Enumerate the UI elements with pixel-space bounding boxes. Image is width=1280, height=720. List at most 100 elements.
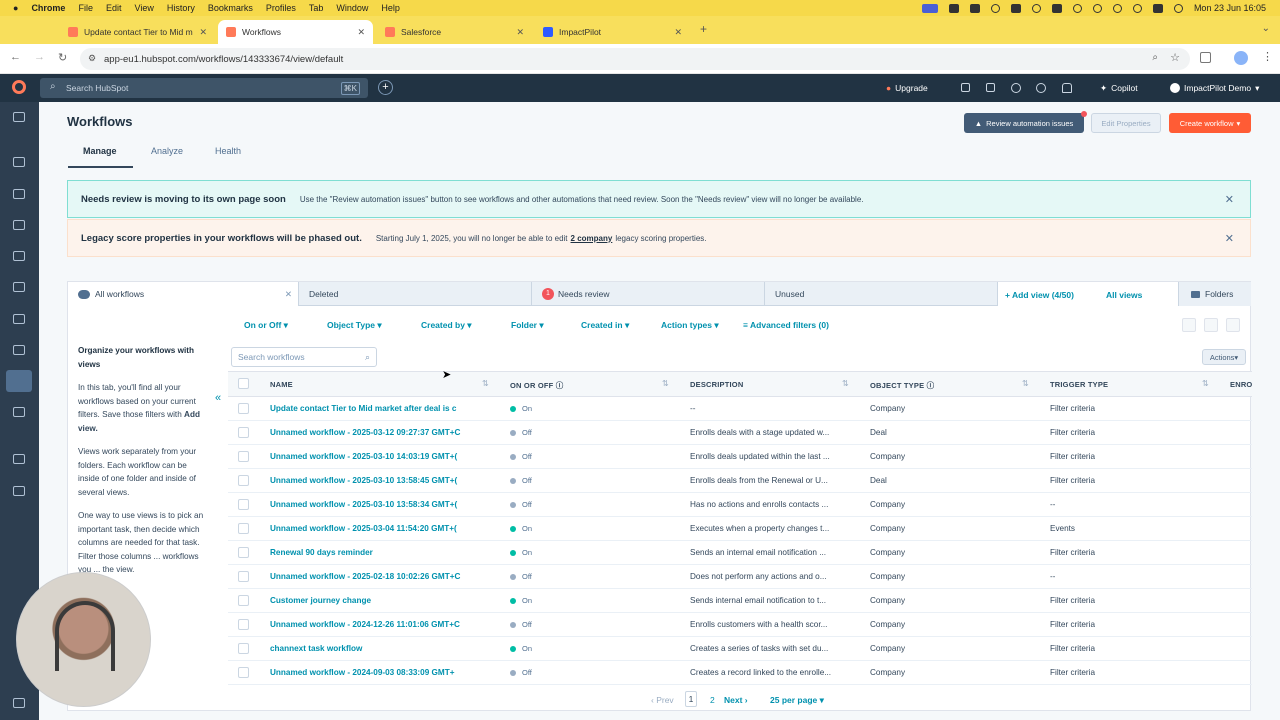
- hubspot-search-input[interactable]: ⌕ Search HubSpot ⌘K: [40, 78, 368, 98]
- battery-icon[interactable]: [1092, 3, 1102, 13]
- close-tab-icon[interactable]: ✕: [357, 27, 365, 38]
- row-checkbox[interactable]: [238, 451, 249, 462]
- screen-record-icon[interactable]: [921, 3, 938, 13]
- font-icon[interactable]: [1051, 3, 1062, 13]
- status-toggle[interactable]: On: [510, 596, 532, 605]
- workflow-name-link[interactable]: Unnamed workflow - 2025-03-10 13:58:34 G…: [270, 500, 475, 509]
- search-workflows-input[interactable]: Search workflows ⌕: [231, 347, 377, 367]
- status-toggle[interactable]: Off: [510, 620, 532, 629]
- reload-icon[interactable]: ↻: [58, 51, 67, 64]
- save-icon[interactable]: [1226, 318, 1240, 332]
- view-tab-needs-review[interactable]: 1 Needs review: [532, 282, 765, 306]
- reporting-icon[interactable]: [13, 407, 25, 417]
- contacts-icon[interactable]: [13, 157, 25, 167]
- view-tab-unused[interactable]: Unused: [765, 282, 998, 306]
- browser-tab-update-contact[interactable]: Update contact Tier to Mid m ✕: [60, 20, 215, 44]
- close-icon[interactable]: ✕: [285, 289, 292, 300]
- workflow-name-link[interactable]: Unnamed workflow - 2024-12-26 11:01:06 G…: [270, 620, 475, 629]
- table-row[interactable]: Update contact Tier to Mid market after …: [228, 397, 1252, 421]
- notifications-bell-icon[interactable]: [1062, 83, 1072, 93]
- create-workflow-button[interactable]: Create workflow ▾: [1169, 113, 1251, 133]
- status-toggle[interactable]: Off: [510, 668, 532, 677]
- table-row[interactable]: channext task workflow On Creates a series…: [228, 637, 1252, 661]
- status-toggle[interactable]: Off: [510, 452, 532, 461]
- collapse-panel-icon[interactable]: «: [215, 392, 221, 404]
- row-checkbox[interactable]: [238, 427, 249, 438]
- menu-clock[interactable]: Mon 23 Jun 16:05: [1194, 3, 1266, 13]
- tab-health[interactable]: Health: [215, 146, 241, 156]
- filter-created-by[interactable]: Created by ▾: [421, 320, 472, 331]
- menu-file[interactable]: File: [78, 3, 93, 13]
- library-icon[interactable]: [13, 454, 25, 464]
- table-row[interactable]: Unnamed workflow - 2024-09-03 08:33:09 G…: [228, 661, 1252, 685]
- row-checkbox[interactable]: [238, 403, 249, 414]
- filter-action-types[interactable]: Action types ▾: [661, 320, 719, 331]
- column-header-trigger-type[interactable]: TRIGGER TYPE: [1050, 380, 1108, 389]
- advanced-filters-button[interactable]: ≡ Advanced filters (0): [743, 320, 829, 330]
- row-checkbox[interactable]: [238, 475, 249, 486]
- siri-icon[interactable]: [1173, 3, 1183, 13]
- menu-help[interactable]: Help: [381, 3, 400, 13]
- row-checkbox[interactable]: [238, 667, 249, 678]
- extensions-icon[interactable]: [1200, 52, 1211, 63]
- per-page-select[interactable]: 25 per page ▾: [770, 695, 824, 706]
- content-icon[interactable]: [13, 220, 25, 230]
- sort-icon[interactable]: ⇅: [482, 379, 489, 388]
- sort-icon[interactable]: ⇅: [842, 379, 849, 388]
- menu-history[interactable]: History: [167, 3, 195, 13]
- workflow-name-link[interactable]: Unnamed workflow - 2025-03-12 09:27:37 G…: [270, 428, 475, 437]
- workflow-name-link[interactable]: Unnamed workflow - 2025-03-10 13:58:45 G…: [270, 476, 475, 485]
- close-icon[interactable]: ✕: [1225, 193, 1234, 206]
- bookmark-star-icon[interactable]: ☆: [1170, 51, 1180, 64]
- company-link[interactable]: 2 company: [571, 234, 613, 243]
- prev-page-button[interactable]: ‹ Prev: [651, 695, 674, 705]
- profile-avatar[interactable]: [1234, 51, 1248, 65]
- status-icon[interactable]: [948, 3, 959, 13]
- column-header-object-type[interactable]: OBJECT TYPE ⓘ: [870, 380, 934, 391]
- apps-icon[interactable]: [13, 486, 25, 496]
- zoom-icon[interactable]: ⌕: [1152, 52, 1158, 63]
- commerce-icon[interactable]: [13, 314, 25, 324]
- forward-icon[interactable]: →: [34, 51, 45, 63]
- browser-tab-salesforce[interactable]: Salesforce ✕: [377, 20, 532, 44]
- status-toggle[interactable]: Off: [510, 428, 532, 437]
- status-toggle[interactable]: On: [510, 644, 532, 653]
- site-info-icon[interactable]: ⚙: [88, 53, 96, 64]
- apple-icon[interactable]: ●: [13, 3, 18, 13]
- table-row[interactable]: Unnamed workflow - 2025-03-04 11:54:20 G…: [228, 517, 1252, 541]
- workflow-name-link[interactable]: Customer journey change: [270, 596, 475, 605]
- status-toggle[interactable]: On: [510, 404, 532, 413]
- close-tab-icon[interactable]: ✕: [674, 27, 682, 38]
- view-tab-all-workflows[interactable]: All workflows ✕: [68, 282, 299, 306]
- tool-icon[interactable]: [1010, 3, 1021, 13]
- data-management-icon[interactable]: [13, 345, 25, 355]
- browser-tab-workflows[interactable]: Workflows ✕: [218, 20, 373, 44]
- table-row[interactable]: Unnamed workflow - 2025-03-10 13:58:34 G…: [228, 493, 1252, 517]
- sort-icon[interactable]: ⇅: [1202, 379, 1209, 388]
- more-options-icon[interactable]: ⋮: [1262, 50, 1273, 63]
- workflow-name-link[interactable]: Update contact Tier to Mid market after …: [270, 404, 475, 413]
- undo-icon[interactable]: [1182, 318, 1196, 332]
- sales-icon[interactable]: [13, 251, 25, 261]
- automation-icon[interactable]: [6, 370, 32, 392]
- upgrade-link[interactable]: ● Upgrade: [886, 74, 928, 102]
- column-header-description[interactable]: DESCRIPTION: [690, 380, 743, 389]
- table-row[interactable]: Unnamed workflow - 2024-12-26 11:01:06 G…: [228, 613, 1252, 637]
- all-views-link[interactable]: All views: [1106, 290, 1142, 300]
- column-header-enrolled[interactable]: ENRO: [1230, 380, 1252, 389]
- status-toggle[interactable]: Off: [510, 572, 532, 581]
- account-menu[interactable]: ImpactPilot Demo ▾: [1170, 74, 1259, 102]
- settings-gear-icon[interactable]: [1036, 83, 1046, 93]
- row-checkbox[interactable]: [238, 619, 249, 630]
- filter-created-in[interactable]: Created in ▾: [581, 320, 629, 331]
- bluetooth-icon[interactable]: [1031, 3, 1041, 13]
- circle-icon[interactable]: [990, 3, 1000, 13]
- row-checkbox[interactable]: [238, 643, 249, 654]
- review-automation-issues-button[interactable]: ▲ Review automation issues: [964, 113, 1084, 133]
- menu-bookmarks[interactable]: Bookmarks: [208, 3, 253, 13]
- table-row[interactable]: Unnamed workflow - 2025-03-10 14:03:19 G…: [228, 445, 1252, 469]
- filter-on-or-off[interactable]: On or Off ▾: [244, 320, 288, 331]
- row-checkbox[interactable]: [238, 595, 249, 606]
- close-icon[interactable]: ✕: [1225, 232, 1234, 245]
- new-tab-button[interactable]: +: [700, 22, 707, 36]
